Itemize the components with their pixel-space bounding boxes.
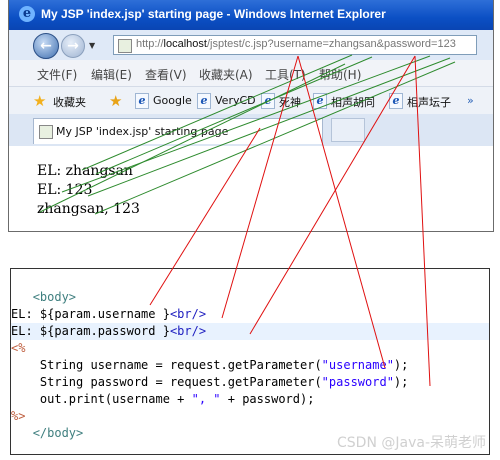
address-text[interactable]: http://localhost/jsptest/c.jsp?username=… [136,38,456,50]
code-line-el-username: EL: ${param.username }<br/> [11,306,489,323]
password-getparameter: String password = request.getParameter( [39,375,322,389]
statement-end: ); [393,358,409,372]
star-icon: ★ [33,92,47,110]
page-icon [39,125,53,139]
menu-tools[interactable]: 工具(T) [265,66,306,83]
code-line-body-open: <body> [11,289,489,306]
password-string-literal: "password" [321,375,394,389]
address-bar[interactable]: http://localhost/jsptest/c.jsp?username=… [113,35,477,55]
code-line-password-param: String password = request.getParameter("… [11,374,489,391]
output-line-el-username: EL: zhangsan [37,163,133,179]
menu-file[interactable]: 文件(F) [37,66,77,83]
code-line-scriptlet-open: <% [11,340,489,357]
favorite-link-xiangsheng-hutong[interactable]: 相声胡同 [331,94,375,110]
more-favorites-chevron-icon[interactable]: » [467,94,474,107]
window-title: My JSP 'index.jsp' starting page - Windo… [41,7,386,21]
address-host: localhost [163,38,207,50]
ie-page-icon: e [197,93,211,109]
page-icon [118,39,132,53]
page-content: EL: zhangsan EL: 123 zhangsan, 123 [37,162,140,219]
out-print-end: + password); [220,392,315,406]
tab-current-page[interactable]: My JSP 'index.jsp' starting page [33,118,323,144]
out-print-call: out.print(username + [39,392,192,406]
username-string-literal: "username" [321,358,394,372]
forward-arrow-icon[interactable]: → [61,34,85,58]
el-username-expression: ${param.username } [39,307,170,321]
br-tag: <br/> [169,324,207,338]
ie-page-icon: e [261,93,275,109]
menu-edit[interactable]: 编辑(E) [91,66,132,83]
output-line-scriptlet: zhangsan, 123 [37,201,140,217]
menu-view[interactable]: 查看(V) [145,66,187,83]
favorite-link-verycd[interactable]: VeryCD [215,94,256,107]
tab-label: My JSP 'index.jsp' starting page [56,125,229,138]
body-open-tag: <body> [32,290,77,304]
menu-help[interactable]: 帮助(H) [319,66,361,83]
menu-favorites[interactable]: 收藏夹(A) [199,66,253,83]
code-line-username-param: String username = request.getParameter("… [11,357,489,374]
scriptlet-close: %> [11,409,26,423]
body-close-tag: </body> [32,426,84,440]
new-tab-button[interactable] [331,118,365,142]
code-line-out-print: out.print(username + ", " + password); [11,391,489,408]
ie-logo-icon: e [19,6,35,22]
ie-page-icon: e [135,93,149,109]
menu-bar: 文件(F) 编辑(E) 查看(V) 收藏夹(A) 工具(T) 帮助(H) [9,60,493,86]
chevron-down-icon[interactable]: ▼ [89,41,95,50]
output-line-el-password: EL: 123 [37,182,93,198]
favorite-link-google[interactable]: Google [153,94,192,107]
address-path: /jsptest/c.jsp?username=zhangsan&passwor… [206,38,456,50]
navigation-bar: ← → ▼ http://localhost/jsptest/c.jsp?use… [9,30,493,61]
el-prefix: EL: [11,307,40,321]
separator-string-literal: ", " [191,392,221,406]
ie-page-icon: e [389,93,403,109]
br-tag: <br/> [169,307,207,321]
address-prefix: http:// [136,38,164,50]
title-bar: e My JSP 'index.jsp' starting page - Win… [9,0,493,30]
favorite-link-xiangsheng-tanzi[interactable]: 相声坛子 [407,94,451,110]
tab-bar: My JSP 'index.jsp' starting page [9,114,493,146]
scriptlet-open: <% [11,341,26,355]
el-prefix: EL: [11,324,40,338]
favorites-bar: ★ 收藏夹 ★ e Google e VeryCD e 死神 e 相声胡同 e … [9,86,493,116]
statement-end: ); [393,375,409,389]
code-line-scriptlet-close: %> [11,408,489,425]
favorites-button[interactable]: 收藏夹 [53,94,86,110]
code-line-el-password: EL: ${param.password }<br/> [11,323,489,340]
back-arrow-icon[interactable]: ← [33,33,59,59]
ie-page-icon: e [313,93,327,109]
el-password-expression: ${param.password } [39,324,170,338]
star-plus-icon[interactable]: ★ [109,92,122,110]
favorite-link-sishen[interactable]: 死神 [279,94,301,110]
browser-window: e My JSP 'index.jsp' starting page - Win… [8,0,494,232]
watermark: CSDN @Java-呆萌老师 [337,435,486,451]
code-panel: <body> EL: ${param.username }<br/> EL: $… [10,268,490,455]
username-getparameter: String username = request.getParameter( [39,358,322,372]
